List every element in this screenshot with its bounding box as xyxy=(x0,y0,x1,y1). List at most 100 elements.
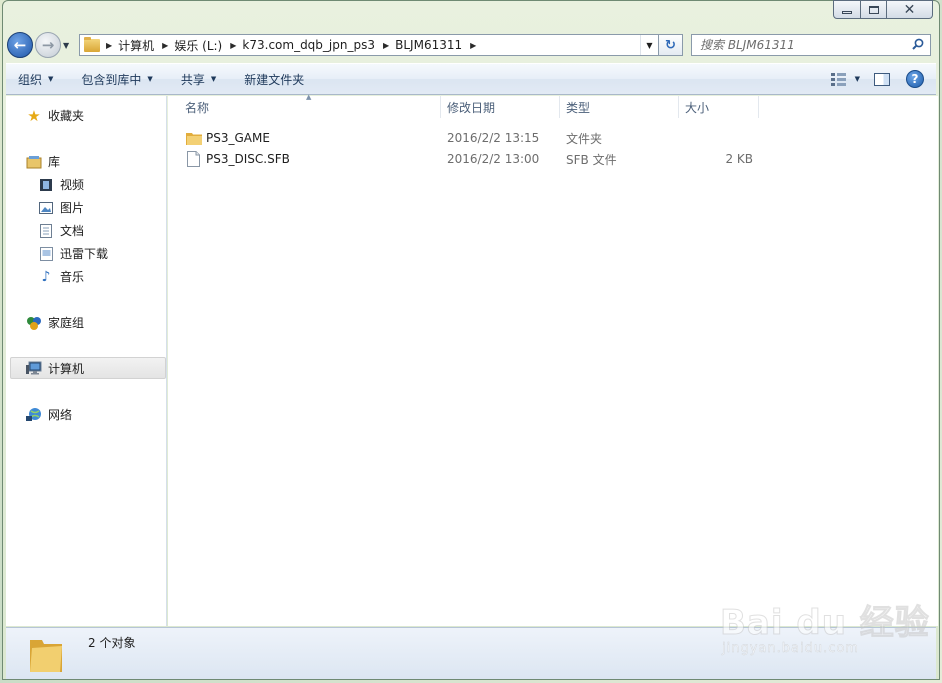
share-label: 共享 xyxy=(180,72,205,87)
breadcrumb-current[interactable]: BLJM61311 xyxy=(395,38,468,52)
refresh-button[interactable]: ↻ xyxy=(659,34,683,56)
sidebar-item-label: 迅雷下载 xyxy=(60,247,109,261)
search-box xyxy=(691,34,931,56)
file-size xyxy=(685,128,753,148)
caption-buttons: ✕ xyxy=(833,0,933,19)
views-dropdown-button[interactable]: ▼ xyxy=(855,75,860,83)
sidebar-item-network[interactable]: 网络 xyxy=(26,406,72,423)
file-size: 2 KB xyxy=(725,152,753,166)
column-header-date[interactable]: 修改日期 xyxy=(441,96,560,118)
folder-icon xyxy=(186,128,202,148)
sidebar-item-label: 视频 xyxy=(60,178,85,192)
sidebar-item-music[interactable]: ♪ 音乐 xyxy=(38,268,84,285)
close-icon: ✕ xyxy=(903,1,916,18)
sidebar-item-label: 库 xyxy=(48,155,61,169)
file-row[interactable]: PS3_GAME 2016/2/2 13:15 文件夹 xyxy=(168,128,938,148)
share-menu[interactable]: 共享 ▼ xyxy=(181,71,216,88)
chevron-right-icon[interactable]: ▶ xyxy=(468,41,482,50)
chevron-down-icon: ▼ xyxy=(48,75,54,83)
column-header-size[interactable]: 大小 xyxy=(679,96,759,118)
sidebar-item-label: 图片 xyxy=(60,201,85,215)
navigation-pane: ★ 收藏夹 库 视频 图片 文档 迅雷下载 ♪ 音乐 家庭组 计算机 网络 xyxy=(6,96,167,626)
sidebar-item-homegroup[interactable]: 家庭组 xyxy=(26,314,84,331)
sidebar-item-pictures[interactable]: 图片 xyxy=(38,199,84,216)
command-bar: 组织 ▼ 包含到库中 ▼ 共享 ▼ 新建文件夹 ▼ ? xyxy=(6,63,936,95)
chevron-down-icon: ▼ xyxy=(210,75,217,83)
column-header-type[interactable]: 类型 xyxy=(560,96,679,118)
document-icon xyxy=(38,223,54,239)
sidebar-item-label: 计算机 xyxy=(48,361,85,376)
address-bar[interactable]: ▶ 计算机 ▶ 娱乐 (L:) ▶ k73.com_dqb_jpn_ps3 ▶ … xyxy=(79,34,659,56)
explorer-window: ✕ ← → ▼ ▶ 计算机 ▶ 娱乐 (L:) ▶ k73.com_dqb_jp… xyxy=(2,0,940,680)
search-icon[interactable] xyxy=(912,38,924,50)
chevron-right-icon[interactable]: ▶ xyxy=(104,41,118,50)
column-header-name[interactable]: 名称 xyxy=(168,96,441,118)
file-date: 2016/2/2 13:15 xyxy=(447,131,540,145)
file-list-pane: ▲ 名称 修改日期 类型 大小 PS3_GAME 2016/2/2 13:15 … xyxy=(168,93,938,626)
picture-icon xyxy=(38,200,54,216)
forward-button[interactable]: → xyxy=(35,32,61,58)
preview-pane-icon[interactable] xyxy=(874,72,890,86)
star-icon: ★ xyxy=(27,106,41,125)
breadcrumb-drive[interactable]: 娱乐 (L:) xyxy=(174,37,228,54)
chevron-right-icon[interactable]: ▶ xyxy=(160,41,174,50)
back-arrow-icon: ← xyxy=(13,36,27,54)
sidebar-item-label: 文档 xyxy=(60,224,85,238)
file-name: PS3_DISC.SFB xyxy=(206,152,290,166)
file-date: 2016/2/2 13:00 xyxy=(447,152,540,166)
help-icon[interactable]: ? xyxy=(906,70,924,88)
maximize-icon xyxy=(868,5,879,14)
sidebar-item-label: 网络 xyxy=(48,408,73,422)
close-button[interactable]: ✕ xyxy=(887,0,933,19)
computer-icon xyxy=(26,360,42,376)
minimize-icon xyxy=(842,11,852,14)
sidebar-item-libraries[interactable]: 库 xyxy=(26,153,60,170)
search-input[interactable] xyxy=(700,38,910,52)
file-icon xyxy=(187,149,203,169)
recent-pages-button[interactable]: ▼ xyxy=(63,41,75,50)
new-folder-label: 新建文件夹 xyxy=(244,72,305,87)
music-icon: ♪ xyxy=(41,268,51,285)
command-bar-right: ▼ ? xyxy=(827,69,924,89)
chevron-right-icon[interactable]: ▶ xyxy=(381,41,395,50)
back-button[interactable]: ← xyxy=(7,32,33,58)
sidebar-item-favorites[interactable]: ★ 收藏夹 xyxy=(26,106,85,125)
details-pane: 2 个对象 xyxy=(6,627,936,679)
item-count: 2 个对象 xyxy=(88,636,136,650)
file-name: PS3_GAME xyxy=(206,131,270,145)
sidebar-item-label: 家庭组 xyxy=(48,316,85,330)
breadcrumb-computer[interactable]: 计算机 xyxy=(118,37,160,54)
file-type: 文件夹 xyxy=(566,131,603,146)
sidebar-item-videos[interactable]: 视频 xyxy=(38,176,84,193)
minimize-button[interactable] xyxy=(833,0,861,19)
chevron-right-icon[interactable]: ▶ xyxy=(228,41,242,50)
folder-icon xyxy=(84,36,100,52)
sidebar-item-label: 收藏夹 xyxy=(48,109,85,123)
network-icon xyxy=(26,407,42,423)
refresh-icon: ↻ xyxy=(665,37,676,53)
chevron-down-icon: ▼ xyxy=(646,40,653,50)
sidebar-item-documents[interactable]: 文档 xyxy=(38,222,84,239)
file-type: SFB 文件 xyxy=(566,152,617,167)
download-folder-icon xyxy=(38,246,54,262)
maximize-button[interactable] xyxy=(861,0,887,19)
include-in-library-menu[interactable]: 包含到库中 ▼ xyxy=(81,71,152,88)
chevron-down-icon: ▼ xyxy=(63,40,70,50)
file-row[interactable]: PS3_DISC.SFB 2016/2/2 13:00 SFB 文件 2 KB xyxy=(168,149,938,169)
navigation-row: ← → ▼ ▶ 计算机 ▶ 娱乐 (L:) ▶ k73.com_dqb_jpn_… xyxy=(7,31,935,59)
chevron-down-icon: ▼ xyxy=(147,75,153,83)
organize-menu[interactable]: 组织 ▼ xyxy=(18,71,53,88)
library-icon xyxy=(26,154,42,170)
include-in-library-label: 包含到库中 xyxy=(81,72,142,87)
sidebar-item-label: 音乐 xyxy=(60,270,85,284)
organize-label: 组织 xyxy=(18,72,43,87)
new-folder-button[interactable]: 新建文件夹 xyxy=(244,71,304,88)
views-icon[interactable] xyxy=(827,69,851,89)
sidebar-item-computer[interactable]: 计算机 xyxy=(10,357,166,379)
address-dropdown-button[interactable]: ▼ xyxy=(640,35,658,55)
forward-arrow-icon: → xyxy=(41,36,55,54)
folder-icon xyxy=(30,640,62,672)
sidebar-item-thunder-downloads[interactable]: 迅雷下载 xyxy=(38,245,108,262)
breadcrumb-folder[interactable]: k73.com_dqb_jpn_ps3 xyxy=(242,38,381,52)
breadcrumb: ▶ 计算机 ▶ 娱乐 (L:) ▶ k73.com_dqb_jpn_ps3 ▶ … xyxy=(104,35,482,55)
